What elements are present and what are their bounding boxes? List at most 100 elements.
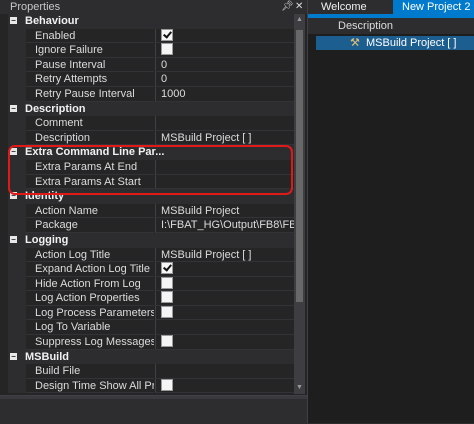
property-checkbox-cell[interactable] (155, 291, 294, 306)
collapse-icon[interactable]: − (10, 104, 17, 112)
property-row-action-name[interactable]: Action Name MSBuild Project (8, 203, 294, 219)
property-value[interactable]: MSBuild Project [ ] (155, 130, 294, 146)
tab-new-project-2[interactable]: New Project 2 (393, 0, 474, 14)
checkbox[interactable] (161, 262, 173, 275)
property-value[interactable]: I:\FBAT_HG\Output\FB8\FBDotN (155, 218, 294, 233)
checkbox[interactable] (161, 305, 173, 318)
row-margin (8, 174, 26, 190)
property-row-suppress-log-messages[interactable]: Suppress Log Messages (8, 335, 294, 350)
property-row-pause-interval[interactable]: Pause Interval 0 (8, 57, 294, 73)
tree-header: Description (308, 18, 474, 34)
property-row-expand-action-log-title[interactable]: Expand Action Log Title (8, 262, 294, 277)
property-name: Suppress Log Messages (26, 335, 154, 350)
row-margin (8, 57, 26, 73)
row-margin (8, 247, 26, 263)
property-row-ignore-failure[interactable]: Ignore Failure (8, 43, 294, 58)
row-margin (8, 130, 26, 146)
pane-splitter[interactable] (0, 396, 307, 399)
property-checkbox-cell[interactable] (155, 305, 294, 321)
tree-node-msbuild-project[interactable]: ⚒ MSBuild Project [ ] (316, 36, 474, 50)
property-name: Extra Params At End (26, 160, 154, 175)
property-row-extra-params-at-start[interactable]: Extra Params At Start (8, 174, 294, 190)
property-name: Ignore Failure (26, 43, 154, 58)
property-value[interactable]: MSBuild Project [ ] (155, 247, 294, 263)
collapse-icon[interactable]: − (10, 148, 17, 156)
property-checkbox-cell[interactable] (155, 335, 294, 350)
property-row-retry-pause-interval[interactable]: Retry Pause Interval 1000 (8, 86, 294, 102)
property-value[interactable]: 0 (155, 57, 294, 73)
property-row-action-log-title[interactable]: Action Log Title MSBuild Project [ ] (8, 247, 294, 263)
pin-icon[interactable]: 📌︎ (281, 0, 294, 14)
properties-titlebar: Properties 📌︎ ✕ (0, 0, 307, 14)
row-margin (8, 203, 26, 219)
checkbox[interactable] (161, 291, 173, 304)
property-row-log-action-properties[interactable]: Log Action Properties (8, 291, 294, 306)
category-logging[interactable]: − Logging (8, 232, 294, 248)
category-behaviour[interactable]: − Behaviour (8, 14, 294, 29)
vertical-scrollbar[interactable]: ▲ ▼ (294, 14, 305, 394)
property-name: Pause Interval (26, 58, 154, 73)
category-extra-command-line-par[interactable]: − Extra Command Line Par... (8, 145, 294, 160)
property-name: Enabled (26, 29, 154, 44)
property-row-description[interactable]: Description MSBuild Project [ ] (8, 130, 294, 146)
property-value[interactable]: MSBuild Project (155, 203, 294, 219)
property-value[interactable]: 1000 (155, 86, 294, 102)
properties-panel: Properties 📌︎ ✕ − Behaviour Enabled Ignore … (0, 0, 307, 424)
row-margin (8, 72, 26, 87)
property-checkbox-cell[interactable] (155, 262, 294, 277)
checkbox[interactable] (161, 335, 173, 348)
property-row-extra-params-at-end[interactable]: Extra Params At End (8, 159, 294, 175)
category-label: Behaviour (25, 15, 79, 27)
property-name: Build File (26, 364, 154, 379)
category-msbuild[interactable]: − MSBuild (8, 349, 294, 365)
property-row-enabled[interactable]: Enabled (8, 28, 294, 44)
property-value[interactable]: 0 (155, 72, 294, 87)
collapse-icon[interactable]: − (10, 192, 17, 200)
property-value[interactable] (155, 364, 294, 379)
row-margin (8, 335, 26, 350)
category-label: Extra Command Line Par... (25, 146, 165, 159)
property-value[interactable] (155, 174, 294, 190)
scrollbar-thumb[interactable] (296, 30, 303, 302)
category-label: Logging (25, 233, 69, 246)
checkbox[interactable] (161, 378, 173, 391)
action-tree: Description ⚒ MSBuild Project [ ] (308, 18, 474, 50)
checkbox[interactable] (161, 276, 173, 289)
property-checkbox-cell[interactable] (155, 276, 294, 292)
checkbox[interactable] (161, 28, 173, 41)
scroll-up-icon[interactable]: ▲ (294, 15, 305, 25)
property-value[interactable] (155, 116, 294, 131)
property-row-design-time-show-all-prop[interactable]: Design Time Show All Prop... (8, 378, 294, 394)
row-margin (8, 378, 26, 394)
collapse-icon[interactable]: − (10, 17, 17, 25)
property-name: Hide Action From Log (26, 277, 154, 292)
property-row-comment[interactable]: Comment (8, 116, 294, 131)
category-identity[interactable]: − Identity (8, 189, 294, 204)
category-label: Description (25, 102, 86, 115)
property-row-package[interactable]: PackageI:\FBAT_HG\Output\FB8\FBDotN (8, 218, 294, 233)
collapse-icon[interactable]: − (10, 352, 17, 360)
property-value[interactable] (155, 320, 294, 336)
row-margin (8, 364, 26, 379)
row-margin (8, 218, 26, 233)
property-checkbox-cell[interactable] (155, 378, 294, 394)
property-name: Extra Params At Start (26, 175, 154, 190)
category-description[interactable]: − Description (8, 101, 294, 117)
close-icon[interactable]: ✕ (295, 0, 303, 14)
property-row-hide-action-from-log[interactable]: Hide Action From Log (8, 276, 294, 292)
scroll-down-icon[interactable]: ▼ (294, 383, 305, 393)
property-checkbox-cell[interactable] (155, 28, 294, 44)
property-row-log-process-parameters[interactable]: Log Process Parameters (8, 305, 294, 321)
property-row-build-file[interactable]: Build File (8, 364, 294, 379)
tab-welcome[interactable]: Welcome (314, 0, 374, 14)
checkbox[interactable] (161, 43, 173, 56)
property-row-log-to-variable[interactable]: Log To Variable (8, 320, 294, 336)
property-name: Log To Variable (26, 320, 154, 336)
collapse-icon[interactable]: − (10, 235, 17, 243)
row-margin (8, 43, 26, 58)
property-row-retry-attempts[interactable]: Retry Attempts 0 (8, 72, 294, 87)
property-checkbox-cell[interactable] (155, 43, 294, 58)
property-value[interactable] (155, 159, 294, 175)
property-name: Expand Action Log Title (26, 262, 154, 277)
property-name: Description (26, 131, 154, 146)
